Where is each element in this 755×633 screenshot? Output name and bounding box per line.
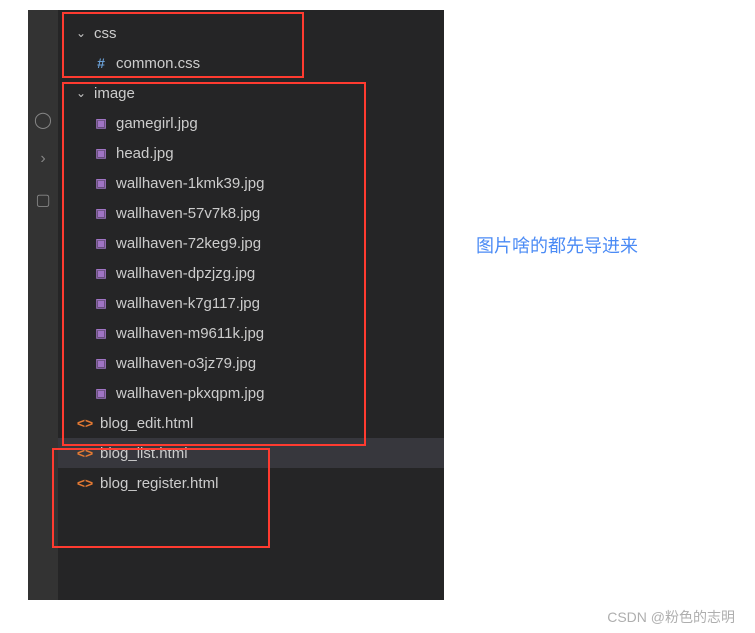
activity-icon[interactable]: ◯ <box>33 110 53 130</box>
image-file-icon: ▣ <box>92 174 110 192</box>
file-label: common.css <box>116 55 200 72</box>
activity-bar: ◯ › ▢ <box>28 10 58 600</box>
image-file-icon: ▣ <box>92 234 110 252</box>
editor-explorer-panel: ◯ › ▢ ⌄ css # common.css ⌄ image ▣ gameg… <box>28 10 444 600</box>
annotation-text: 图片啥的都先导进来 <box>476 232 638 258</box>
file-label: wallhaven-72keg9.jpg <box>116 235 261 252</box>
chevron-down-icon: ⌄ <box>76 86 90 100</box>
css-file-icon: # <box>92 54 110 72</box>
html-file-icon: <> <box>76 414 94 432</box>
file-item-image[interactable]: ▣ wallhaven-pkxqpm.jpg <box>58 378 444 408</box>
file-item-css[interactable]: # common.css <box>58 48 444 78</box>
file-label: head.jpg <box>116 145 174 162</box>
folder-label: image <box>94 85 135 102</box>
watermark-text: CSDN @粉色的志明 <box>607 607 735 627</box>
file-label: wallhaven-m9611k.jpg <box>116 325 264 342</box>
file-label: wallhaven-57v7k8.jpg <box>116 205 260 222</box>
file-item-html[interactable]: <> blog_register.html <box>58 468 444 498</box>
file-explorer-tree: ⌄ css # common.css ⌄ image ▣ gamegirl.jp… <box>58 10 444 600</box>
file-item-image[interactable]: ▣ wallhaven-o3jz79.jpg <box>58 348 444 378</box>
activity-icon[interactable]: › <box>33 150 53 170</box>
file-item-image[interactable]: ▣ wallhaven-57v7k8.jpg <box>58 198 444 228</box>
file-label: wallhaven-o3jz79.jpg <box>116 355 256 372</box>
file-item-image[interactable]: ▣ wallhaven-1kmk39.jpg <box>58 168 444 198</box>
file-item-image[interactable]: ▣ wallhaven-dpzjzg.jpg <box>58 258 444 288</box>
image-file-icon: ▣ <box>92 114 110 132</box>
file-item-image[interactable]: ▣ gamegirl.jpg <box>58 108 444 138</box>
file-item-html[interactable]: <> blog_list.html <box>58 438 444 468</box>
folder-css[interactable]: ⌄ css <box>58 18 444 48</box>
file-label: wallhaven-k7g117.jpg <box>116 295 260 312</box>
file-label: blog_edit.html <box>100 415 193 432</box>
activity-icon[interactable]: ▢ <box>33 190 53 210</box>
folder-image[interactable]: ⌄ image <box>58 78 444 108</box>
image-file-icon: ▣ <box>92 354 110 372</box>
html-file-icon: <> <box>76 444 94 462</box>
file-label: blog_list.html <box>100 445 188 462</box>
file-item-image[interactable]: ▣ head.jpg <box>58 138 444 168</box>
image-file-icon: ▣ <box>92 144 110 162</box>
folder-label: css <box>94 25 117 42</box>
image-file-icon: ▣ <box>92 294 110 312</box>
file-item-image[interactable]: ▣ wallhaven-k7g117.jpg <box>58 288 444 318</box>
image-file-icon: ▣ <box>92 324 110 342</box>
file-label: wallhaven-dpzjzg.jpg <box>116 265 255 282</box>
chevron-down-icon: ⌄ <box>76 26 90 40</box>
file-label: gamegirl.jpg <box>116 115 198 132</box>
image-file-icon: ▣ <box>92 204 110 222</box>
html-file-icon: <> <box>76 474 94 492</box>
file-label: blog_register.html <box>100 475 218 492</box>
file-label: wallhaven-1kmk39.jpg <box>116 175 264 192</box>
image-file-icon: ▣ <box>92 264 110 282</box>
file-label: wallhaven-pkxqpm.jpg <box>116 385 264 402</box>
file-item-image[interactable]: ▣ wallhaven-72keg9.jpg <box>58 228 444 258</box>
file-item-html[interactable]: <> blog_edit.html <box>58 408 444 438</box>
image-file-icon: ▣ <box>92 384 110 402</box>
file-item-image[interactable]: ▣ wallhaven-m9611k.jpg <box>58 318 444 348</box>
